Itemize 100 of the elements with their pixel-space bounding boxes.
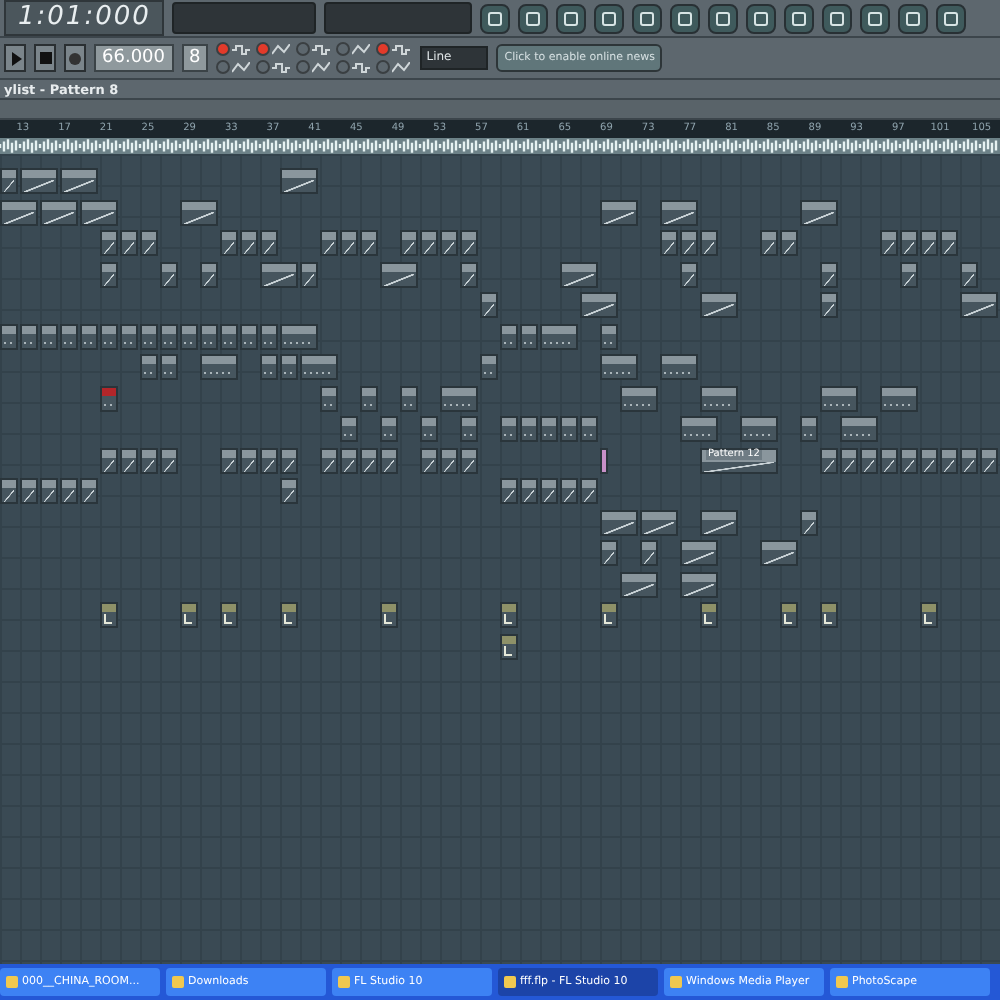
pattern-clip[interactable] — [360, 447, 378, 473]
pattern-display[interactable]: 8 — [181, 44, 209, 72]
pattern-clip[interactable] — [420, 230, 438, 256]
toolbar-icon[interactable] — [480, 3, 511, 33]
note-clip[interactable] — [380, 416, 398, 442]
toolbar-icon[interactable] — [860, 3, 891, 33]
pattern-clip[interactable] — [920, 230, 938, 256]
note-clip[interactable] — [360, 385, 378, 411]
audio-clip[interactable] — [820, 602, 838, 628]
mode-led[interactable] — [256, 42, 271, 56]
pattern-clip[interactable] — [660, 199, 698, 225]
pattern-clip[interactable] — [140, 447, 158, 473]
toolbar-icon[interactable] — [670, 3, 701, 33]
toolbar-icon[interactable] — [594, 3, 625, 33]
pattern-clip[interactable] — [580, 292, 618, 318]
pattern-clip[interactable] — [200, 261, 218, 287]
toolbar-icon[interactable] — [708, 3, 739, 33]
note-clip[interactable] — [220, 323, 238, 349]
pattern-clip[interactable] — [320, 447, 338, 473]
note-clip[interactable] — [620, 385, 658, 411]
note-clip[interactable] — [740, 416, 778, 442]
toolbar-icon[interactable] — [936, 3, 967, 33]
note-clip[interactable] — [60, 323, 78, 349]
mode-led[interactable] — [216, 42, 231, 56]
pattern-clip[interactable] — [820, 261, 838, 287]
pattern-clip[interactable] — [560, 261, 598, 287]
note-clip[interactable] — [540, 323, 578, 349]
tempo-display[interactable]: 66.000 — [94, 44, 173, 72]
pattern-clip[interactable] — [900, 447, 918, 473]
pattern-clip[interactable] — [540, 478, 558, 504]
pattern-clip[interactable] — [40, 478, 58, 504]
note-clip[interactable] — [440, 385, 478, 411]
pattern-clip[interactable] — [280, 168, 318, 194]
note-clip[interactable] — [160, 323, 178, 349]
pattern-clip[interactable] — [700, 509, 738, 535]
note-clip[interactable] — [500, 416, 518, 442]
note-clip[interactable] — [480, 354, 498, 380]
pattern-clip[interactable] — [660, 230, 678, 256]
pattern-clip[interactable] — [600, 540, 618, 566]
pattern-clip[interactable] — [380, 261, 418, 287]
pattern-clip[interactable] — [160, 261, 178, 287]
pattern-clip[interactable] — [960, 292, 998, 318]
pattern-clip[interactable] — [940, 230, 958, 256]
pattern-clip[interactable] — [280, 478, 298, 504]
pattern-clip[interactable] — [560, 478, 578, 504]
note-clip[interactable] — [140, 323, 158, 349]
pattern-clip[interactable] — [840, 447, 858, 473]
pattern-clip[interactable] — [0, 478, 18, 504]
audio-clip[interactable] — [380, 602, 398, 628]
note-clip[interactable] — [200, 354, 238, 380]
play-button[interactable] — [4, 44, 26, 72]
pattern-clip[interactable] — [320, 230, 338, 256]
pattern-clip[interactable] — [600, 509, 638, 535]
note-clip[interactable] — [540, 416, 558, 442]
pattern-clip[interactable] — [0, 199, 38, 225]
pattern-clip[interactable] — [640, 540, 658, 566]
audio-clip[interactable] — [220, 602, 238, 628]
toolbar-icon[interactable] — [784, 3, 815, 33]
stop-button[interactable] — [34, 44, 56, 72]
note-clip[interactable] — [800, 416, 818, 442]
pattern-clip[interactable] — [760, 540, 798, 566]
audio-clip[interactable] — [280, 602, 298, 628]
pattern-clip[interactable] — [500, 478, 518, 504]
pattern-clip[interactable] — [420, 447, 438, 473]
pattern-clip[interactable] — [140, 230, 158, 256]
note-clip[interactable] — [560, 416, 578, 442]
note-clip[interactable] — [420, 416, 438, 442]
pattern-clip[interactable] — [260, 261, 298, 287]
audio-clip[interactable] — [100, 602, 118, 628]
mode-led[interactable] — [376, 42, 391, 56]
pattern-clip[interactable] — [400, 230, 418, 256]
pattern-clip[interactable] — [220, 447, 238, 473]
marker-clip[interactable] — [600, 447, 608, 473]
pattern-clip[interactable] — [700, 230, 718, 256]
pattern-clip[interactable] — [700, 292, 738, 318]
note-clip[interactable] — [820, 385, 858, 411]
pattern-clip[interactable] — [260, 230, 278, 256]
note-clip[interactable] — [260, 323, 278, 349]
pattern-clip[interactable] — [440, 447, 458, 473]
toolbar-icon[interactable] — [556, 3, 587, 33]
pattern-clip[interactable] — [960, 447, 978, 473]
note-clip[interactable] — [100, 323, 118, 349]
pattern-clip[interactable] — [460, 230, 478, 256]
pattern-clip[interactable] — [100, 447, 118, 473]
pattern-clip[interactable] — [780, 230, 798, 256]
pattern-clip[interactable] — [520, 478, 538, 504]
pattern-clip[interactable] — [900, 230, 918, 256]
audio-clip[interactable] — [700, 602, 718, 628]
note-clip[interactable] — [320, 385, 338, 411]
note-clip[interactable] — [400, 385, 418, 411]
pattern-clip[interactable] — [120, 230, 138, 256]
toolbar-icon[interactable] — [898, 3, 929, 33]
note-clip[interactable] — [840, 416, 878, 442]
audio-clip[interactable] — [180, 602, 198, 628]
note-clip[interactable] — [200, 323, 218, 349]
note-clip[interactable] — [40, 323, 58, 349]
pattern-clip[interactable] — [680, 540, 718, 566]
note-clip[interactable] — [240, 323, 258, 349]
note-clip[interactable] — [280, 354, 298, 380]
pattern-clip[interactable] — [960, 261, 978, 287]
